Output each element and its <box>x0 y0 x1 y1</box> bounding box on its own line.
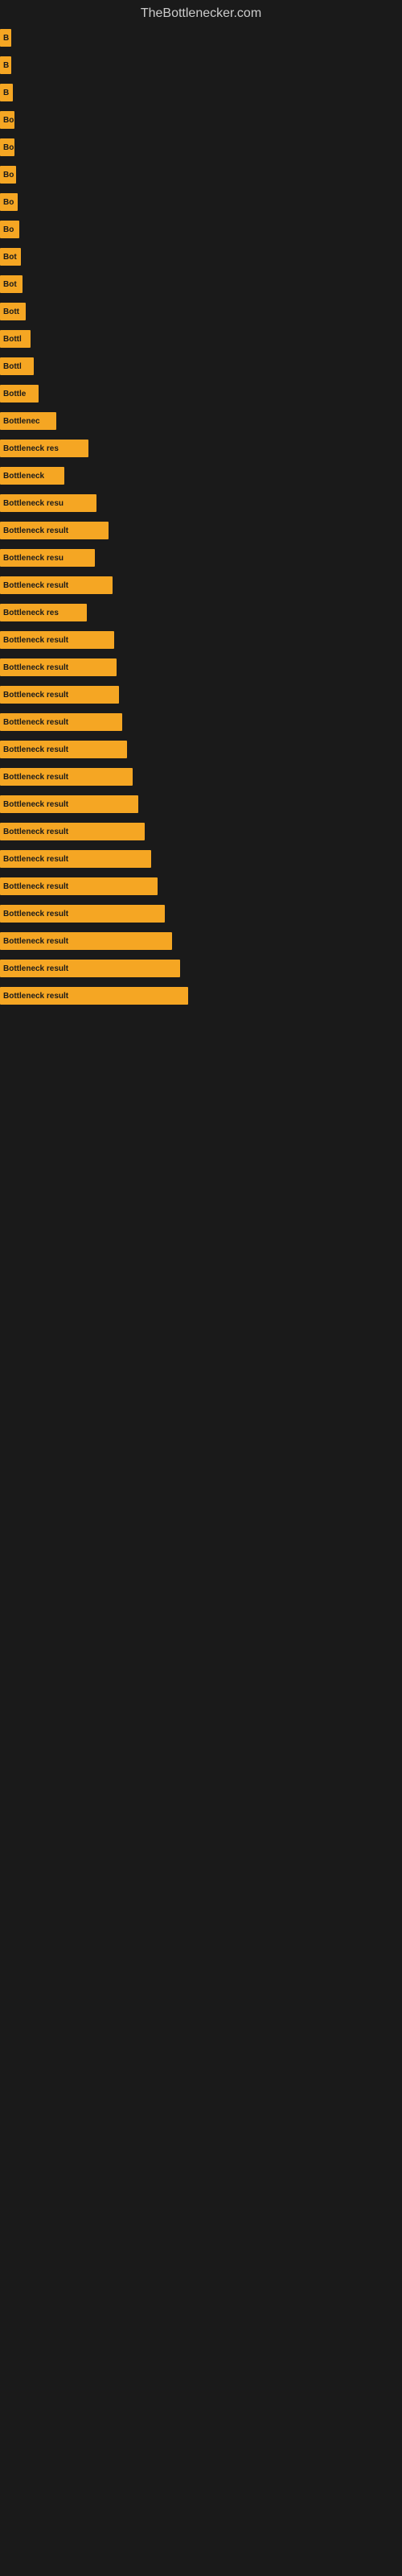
bar-label: Bottleneck result <box>0 877 158 895</box>
bar-label: Bottleneck result <box>0 522 109 539</box>
bar-label: Bottleneck result <box>0 686 119 704</box>
bar-label: Bo <box>0 193 18 211</box>
bar-row: Bottl <box>0 325 402 353</box>
bar-label: Bo <box>0 138 14 156</box>
bar-label: Bottleneck result <box>0 631 114 649</box>
bar-row: Bottleneck result <box>0 517 402 544</box>
bar-row: Bottleneck result <box>0 873 402 900</box>
bar-label: Bottleneck resu <box>0 494 96 512</box>
bar-label: B <box>0 84 13 101</box>
bar-row: Bo <box>0 216 402 243</box>
bar-row: Bottleneck res <box>0 599 402 626</box>
bar-label: Bot <box>0 275 23 293</box>
bar-row: Bottleneck result <box>0 708 402 736</box>
bar-label: Bottleneck result <box>0 741 127 758</box>
bar-label: B <box>0 29 11 47</box>
bar-label: Bottleneck result <box>0 823 145 840</box>
bar-label: Bottleneck result <box>0 932 172 950</box>
bar-label: Bottleneck result <box>0 713 122 731</box>
bar-row: Bottleneck result <box>0 900 402 927</box>
bar-label: Bottleneck result <box>0 576 113 594</box>
bar-label: Bottl <box>0 330 31 348</box>
bar-row: Bottleneck res <box>0 435 402 462</box>
bar-label: Bottleneck result <box>0 850 151 868</box>
bar-label: Bottleneck resu <box>0 549 95 567</box>
bar-row: Bo <box>0 161 402 188</box>
bar-label: Bott <box>0 303 26 320</box>
bar-label: B <box>0 56 11 74</box>
bar-label: Bottleneck result <box>0 768 133 786</box>
bar-row: Bottleneck result <box>0 681 402 708</box>
bar-label: Bottleneck result <box>0 987 188 1005</box>
bar-row: Bottleneck result <box>0 955 402 982</box>
bar-row: Bottlenec <box>0 407 402 435</box>
bar-row: Bottleneck result <box>0 572 402 599</box>
bar-label: Bottleneck res <box>0 604 87 621</box>
bar-row: Bottleneck result <box>0 982 402 1009</box>
bar-label: Bottle <box>0 385 39 402</box>
bar-row: Bottleneck result <box>0 818 402 845</box>
bar-label: Bottleneck result <box>0 905 165 923</box>
bar-row: B <box>0 79 402 106</box>
bar-row: Bo <box>0 188 402 216</box>
bar-label: Bottleneck result <box>0 795 138 813</box>
bar-row: Bottleneck resu <box>0 489 402 517</box>
site-title: TheBottlenecker.com <box>0 0 402 24</box>
bar-row: Bottleneck result <box>0 626 402 654</box>
bar-row: Bot <box>0 243 402 270</box>
bar-row: Bottleneck result <box>0 927 402 955</box>
bar-row: Bottleneck <box>0 462 402 489</box>
bar-label: Bottleneck result <box>0 960 180 977</box>
bar-label: Bottleneck res <box>0 440 88 457</box>
bar-label: Bo <box>0 111 14 129</box>
bar-row: Bottle <box>0 380 402 407</box>
bar-label: Bo <box>0 221 19 238</box>
bar-row: B <box>0 52 402 79</box>
bar-row: Bo <box>0 134 402 161</box>
bar-label: Bo <box>0 166 16 184</box>
bar-row: Bottleneck result <box>0 654 402 681</box>
bar-row: Bottleneck result <box>0 763 402 791</box>
bar-row: B <box>0 24 402 52</box>
bar-row: Bottl <box>0 353 402 380</box>
bar-label: Bottl <box>0 357 34 375</box>
bar-row: Bo <box>0 106 402 134</box>
bar-row: Bottleneck resu <box>0 544 402 572</box>
bar-label: Bot <box>0 248 21 266</box>
bar-row: Bot <box>0 270 402 298</box>
bar-label: Bottleneck <box>0 467 64 485</box>
bars-container: BBBBoBoBoBoBoBotBotBottBottlBottlBottleB… <box>0 24 402 1009</box>
bar-row: Bottleneck result <box>0 736 402 763</box>
bar-row: Bottleneck result <box>0 845 402 873</box>
bar-row: Bottleneck result <box>0 791 402 818</box>
bar-row: Bott <box>0 298 402 325</box>
bar-label: Bottlenec <box>0 412 56 430</box>
bar-label: Bottleneck result <box>0 658 117 676</box>
